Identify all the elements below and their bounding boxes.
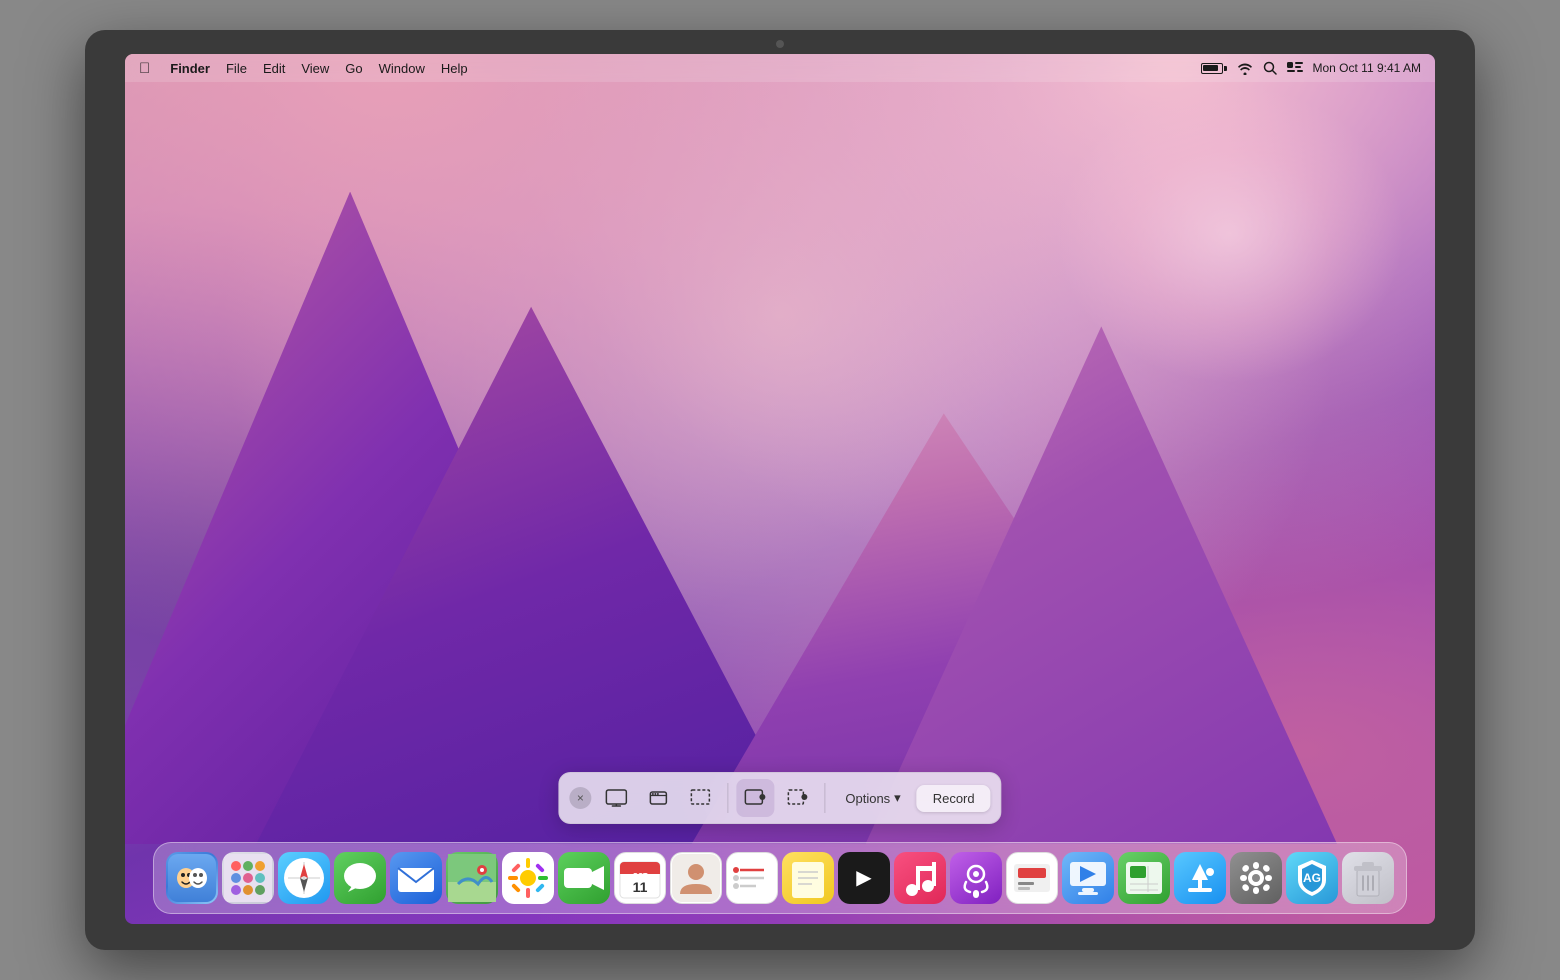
options-label: Options (845, 791, 890, 806)
dock-app-music[interactable] (894, 852, 946, 904)
dock-app-safari[interactable] (278, 852, 330, 904)
menubar-window[interactable]: Window (379, 61, 425, 76)
maps-icon (448, 854, 496, 902)
photos-icon (504, 854, 552, 902)
svg-text:AG: AG (1303, 871, 1321, 885)
dock-app-appletv[interactable]: ▶ (838, 852, 890, 904)
dock-app-photos[interactable] (502, 852, 554, 904)
wallpaper-highlight (1055, 84, 1405, 384)
menubar-left:  Finder File Edit View Go Window Help (139, 60, 1201, 77)
dock-app-trash[interactable] (1342, 852, 1394, 904)
messages-icon (336, 854, 384, 902)
menubar-help[interactable]: Help (441, 61, 468, 76)
capture-window-icon (647, 787, 669, 809)
systemprefs-icon (1232, 854, 1280, 902)
close-icon: × (577, 791, 584, 805)
dock-app-numbers[interactable] (1118, 852, 1170, 904)
wifi-icon (1237, 62, 1253, 75)
svg-text:11: 11 (633, 879, 648, 895)
reminders-icon (728, 854, 776, 902)
music-icon (896, 854, 944, 902)
mail-icon (392, 854, 440, 902)
finder-icon (168, 854, 216, 902)
menubar-go[interactable]: Go (345, 61, 362, 76)
dock-app-systemprefs[interactable] (1230, 852, 1282, 904)
options-button[interactable]: Options ▾ (833, 784, 912, 812)
appletv-icon: ▶ (840, 854, 888, 902)
mountain-shape-4 (866, 235, 1436, 844)
screen:  Finder File Edit View Go Window Help (125, 54, 1435, 924)
menubar:  Finder File Edit View Go Window Help (125, 54, 1435, 82)
control-center-icon[interactable] (1287, 62, 1303, 74)
menubar-right: Mon Oct 11 9:41 AM (1201, 61, 1422, 75)
keynote-icon (1064, 854, 1112, 902)
dock-app-reminders[interactable] (726, 852, 778, 904)
apple-logo-icon[interactable]:  (139, 60, 150, 77)
menubar-file[interactable]: File (226, 61, 247, 76)
capture-selected-window-button[interactable] (639, 779, 677, 817)
facetime-icon (560, 854, 608, 902)
dock-app-maps[interactable] (446, 852, 498, 904)
toolbar-separator-1 (727, 783, 728, 813)
dock: OCT 11 (153, 842, 1407, 914)
dock-app-keynote[interactable] (1062, 852, 1114, 904)
record-entire-screen-button[interactable] (736, 779, 774, 817)
dock-app-contacts[interactable] (670, 852, 722, 904)
dock-app-mail[interactable] (390, 852, 442, 904)
dock-app-launchpad[interactable] (222, 852, 274, 904)
notes-icon (784, 854, 832, 902)
battery-tip (1224, 66, 1227, 71)
adguard-icon: AG (1288, 854, 1336, 902)
capture-portion-icon (689, 787, 711, 809)
dock-app-appstore[interactable] (1174, 852, 1226, 904)
record-screen-icon (744, 787, 766, 809)
dock-app-adguard[interactable]: AG (1286, 852, 1338, 904)
dock-app-news[interactable] (1006, 852, 1058, 904)
calendar-icon: OCT 11 (616, 854, 664, 902)
camera-notch (776, 40, 784, 48)
podcasts-icon (952, 854, 1000, 902)
svg-text:▶: ▶ (856, 867, 872, 889)
menubar-view[interactable]: View (301, 61, 329, 76)
options-chevron-icon: ▾ (894, 790, 901, 806)
mountain-shape-2 (256, 279, 911, 845)
record-button[interactable]: Record (917, 785, 991, 812)
trash-icon (1344, 854, 1392, 902)
contacts-icon (672, 854, 720, 902)
mountain-shape-1 (125, 192, 861, 845)
battery-fill (1203, 65, 1218, 71)
capture-selected-portion-button[interactable] (681, 779, 719, 817)
menubar-edit[interactable]: Edit (263, 61, 285, 76)
dock-app-calendar[interactable]: OCT 11 (614, 852, 666, 904)
record-selected-portion-button[interactable] (778, 779, 816, 817)
dock-app-finder[interactable] (166, 852, 218, 904)
battery-body (1201, 63, 1223, 74)
dock-app-notes[interactable] (782, 852, 834, 904)
capture-entire-screen-button[interactable] (597, 779, 635, 817)
news-icon (1008, 854, 1056, 902)
numbers-icon (1120, 854, 1168, 902)
capture-screen-icon (605, 787, 627, 809)
dock-app-podcasts[interactable] (950, 852, 1002, 904)
dock-app-messages[interactable] (334, 852, 386, 904)
mountain-layer (125, 54, 1435, 844)
record-portion-icon (786, 787, 808, 809)
search-icon[interactable] (1263, 61, 1277, 75)
dock-app-facetime[interactable] (558, 852, 610, 904)
launchpad-icon (224, 854, 272, 902)
screenshot-toolbar: × (558, 772, 1001, 824)
toolbar-close-button[interactable]: × (569, 787, 591, 809)
toolbar-separator-2 (824, 783, 825, 813)
laptop-frame:  Finder File Edit View Go Window Help (85, 30, 1475, 950)
appstore-icon (1176, 854, 1224, 902)
menubar-datetime: Mon Oct 11 9:41 AM (1313, 61, 1422, 75)
battery-icon (1201, 63, 1227, 74)
menubar-app-name[interactable]: Finder (170, 61, 210, 76)
safari-icon (280, 854, 328, 902)
